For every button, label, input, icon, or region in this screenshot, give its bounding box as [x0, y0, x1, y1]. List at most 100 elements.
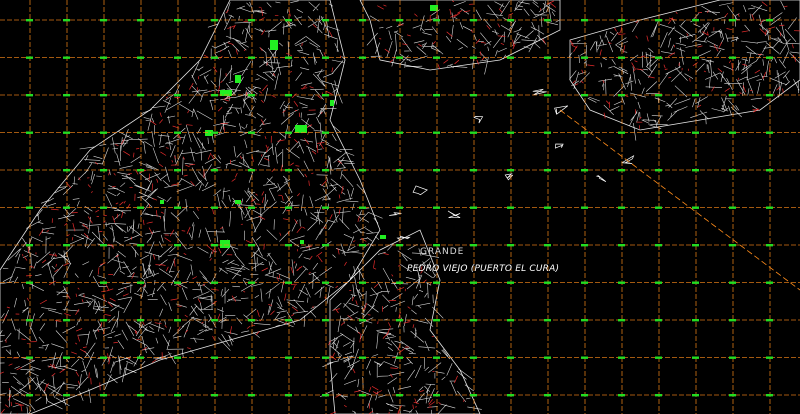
grid-tick-marker — [692, 131, 699, 134]
grid-tick-marker — [507, 19, 514, 22]
grid-tick-marker — [766, 394, 773, 397]
grid-tick-marker — [655, 94, 662, 97]
grid-tick-marker — [433, 19, 440, 22]
grid-tick-marker — [507, 394, 514, 397]
cad-map-canvas[interactable] — [0, 0, 800, 414]
grid-tick-marker — [544, 244, 551, 247]
grid-tick-marker — [359, 19, 366, 22]
grid-tick-marker — [100, 94, 107, 97]
vegetation-patch — [220, 240, 230, 248]
grid-tick-marker — [507, 244, 514, 247]
grid-tick-marker — [692, 56, 699, 59]
grid-tick-marker — [581, 394, 588, 397]
grid-tick-marker — [618, 131, 625, 134]
grid-tick-marker — [174, 94, 181, 97]
grid-tick-marker — [26, 206, 33, 209]
grid-tick-marker — [322, 94, 329, 97]
grid-tick-marker — [618, 94, 625, 97]
grid-tick-marker — [470, 169, 477, 172]
grid-tick-marker — [544, 56, 551, 59]
grid-tick-marker — [26, 169, 33, 172]
grid-tick-marker — [433, 206, 440, 209]
grid-tick-marker — [766, 244, 773, 247]
grid-tick-marker — [211, 56, 218, 59]
grid-tick-marker — [655, 169, 662, 172]
grid-tick-marker — [655, 356, 662, 359]
grid-tick-marker — [507, 131, 514, 134]
grid-tick-marker — [692, 206, 699, 209]
grid-tick-marker — [470, 131, 477, 134]
grid-tick-marker — [507, 56, 514, 59]
grid-tick-marker — [63, 94, 70, 97]
grid-tick-marker — [211, 19, 218, 22]
grid-tick-marker — [248, 319, 255, 322]
grid-tick-marker — [322, 356, 329, 359]
grid-tick-marker — [433, 319, 440, 322]
grid-tick-marker — [766, 131, 773, 134]
grid-tick-marker — [470, 281, 477, 284]
grid-tick-marker — [544, 131, 551, 134]
grid-tick-marker — [285, 56, 292, 59]
grid-tick-marker — [618, 56, 625, 59]
grid-tick-marker — [433, 394, 440, 397]
grid-tick-marker — [655, 281, 662, 284]
grid-tick-marker — [729, 244, 736, 247]
grid-tick-marker — [396, 169, 403, 172]
grid-tick-marker — [26, 19, 33, 22]
grid-tick-marker — [211, 169, 218, 172]
grid-tick-marker — [63, 169, 70, 172]
grid-tick-marker — [692, 319, 699, 322]
grid-tick-marker — [26, 94, 33, 97]
grid-tick-marker — [507, 356, 514, 359]
grid-tick-marker — [359, 319, 366, 322]
grid-tick-marker — [433, 281, 440, 284]
grid-tick-marker — [581, 206, 588, 209]
grid-tick-marker — [100, 244, 107, 247]
grid-tick-marker — [396, 356, 403, 359]
grid-tick-marker — [470, 94, 477, 97]
grid-tick-marker — [692, 281, 699, 284]
grid-tick-marker — [137, 281, 144, 284]
grid-tick-marker — [211, 206, 218, 209]
grid-tick-marker — [618, 169, 625, 172]
grid-tick-marker — [248, 394, 255, 397]
grid-tick-marker — [174, 319, 181, 322]
grid-tick-marker — [544, 169, 551, 172]
grid-tick-marker — [766, 356, 773, 359]
grid-tick-marker — [285, 19, 292, 22]
grid-tick-marker — [137, 356, 144, 359]
grid-tick-marker — [692, 394, 699, 397]
grid-tick-marker — [618, 319, 625, 322]
grid-tick-marker — [470, 19, 477, 22]
grid-tick-marker — [729, 319, 736, 322]
grid-tick-marker — [285, 356, 292, 359]
grid-tick-marker — [729, 56, 736, 59]
grid-tick-marker — [544, 319, 551, 322]
grid-tick-marker — [100, 169, 107, 172]
vegetation-patch — [160, 200, 164, 204]
grid-tick-marker — [174, 56, 181, 59]
grid-tick-marker — [174, 394, 181, 397]
grid-tick-marker — [729, 169, 736, 172]
grid-tick-marker — [729, 94, 736, 97]
grid-tick-marker — [285, 244, 292, 247]
grid-tick-marker — [655, 56, 662, 59]
grid-tick-marker — [692, 94, 699, 97]
grid-tick-marker — [470, 244, 477, 247]
grid-tick-marker — [433, 169, 440, 172]
grid-tick-marker — [248, 169, 255, 172]
grid-tick-marker — [174, 356, 181, 359]
grid-tick-marker — [359, 281, 366, 284]
grid-tick-marker — [766, 319, 773, 322]
grid-tick-marker — [359, 131, 366, 134]
grid-tick-marker — [322, 19, 329, 22]
grid-tick-marker — [63, 131, 70, 134]
grid-tick-marker — [581, 281, 588, 284]
grid-tick-marker — [544, 19, 551, 22]
grid-tick-marker — [618, 394, 625, 397]
vegetation-patch — [235, 75, 241, 83]
grid-tick-marker — [766, 206, 773, 209]
grid-tick-marker — [359, 356, 366, 359]
grid-tick-marker — [174, 169, 181, 172]
grid-tick-marker — [470, 206, 477, 209]
